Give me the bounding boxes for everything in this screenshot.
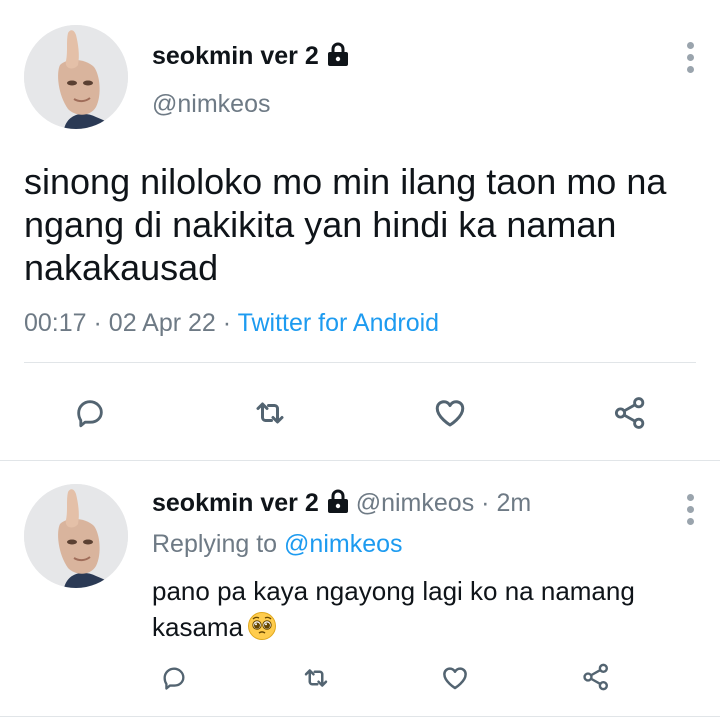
avatar-image	[24, 484, 128, 588]
reply-button[interactable]	[68, 391, 112, 435]
tweet-text: sinong niloloko mo min ilang taon mo na …	[24, 161, 667, 288]
share-button[interactable]	[608, 391, 652, 435]
tweet-date[interactable]: 02 Apr 22	[109, 309, 216, 337]
reply-icon	[163, 667, 185, 690]
reply-text: pano pa kaya ngayong lagi ko na namang k…	[152, 576, 635, 642]
author-handle[interactable]: @nimkeos	[152, 90, 270, 119]
more-options-icon[interactable]	[684, 42, 696, 73]
share-icon	[583, 663, 608, 691]
tweet-time: 00:17	[24, 309, 87, 337]
lock-icon	[327, 42, 348, 66]
replying-to: Replying to @nimkeos	[152, 530, 403, 559]
meta-separator: ·	[93, 309, 102, 337]
like-button[interactable]	[428, 391, 472, 435]
meta-separator: ·	[481, 489, 490, 517]
like-button[interactable]	[437, 660, 473, 696]
like-icon	[435, 400, 465, 427]
retweet-button[interactable]	[248, 391, 292, 435]
avatar-image	[24, 25, 128, 129]
reply-age[interactable]: 2m	[496, 489, 531, 517]
section-divider	[0, 716, 720, 717]
reply-icon	[77, 400, 103, 428]
reply-author-handle[interactable]: @nimkeos	[356, 489, 474, 517]
replying-to-handle[interactable]: @nimkeos	[284, 530, 402, 558]
lock-icon	[327, 489, 348, 513]
avatar[interactable]	[24, 25, 128, 129]
author-name-text: seokmin ver 2	[152, 42, 319, 70]
tweet-metadata: 00:17 · 02 Apr 22 · Twitter for Android	[24, 309, 439, 338]
share-button[interactable]	[578, 659, 614, 695]
reply-header: seokmin ver 2 @nimkeos · 2m	[152, 489, 531, 518]
retweet-icon	[304, 669, 328, 687]
share-icon	[614, 397, 645, 429]
reply-author-name[interactable]: seokmin ver 2	[152, 489, 319, 517]
reply-button[interactable]	[156, 660, 192, 696]
meta-separator: ·	[222, 309, 232, 337]
more-options-icon[interactable]	[684, 494, 696, 525]
like-icon	[443, 667, 467, 690]
reply-avatar[interactable]	[24, 484, 128, 588]
replying-to-prefix: Replying to	[152, 530, 278, 558]
retweet-button[interactable]	[298, 660, 334, 696]
divider	[24, 362, 696, 363]
author-name[interactable]: seokmin ver 2	[152, 42, 349, 71]
pleading-face-emoji	[248, 612, 277, 640]
retweet-icon	[256, 402, 284, 424]
section-divider	[0, 460, 720, 461]
tweet-source[interactable]: Twitter for Android	[238, 309, 439, 337]
reply-text-block: pano pa kaya ngayong lagi ko na namang k…	[152, 573, 702, 645]
tweet-thread-page: seokmin ver 2 @nimkeos sinong niloloko m…	[0, 0, 720, 721]
